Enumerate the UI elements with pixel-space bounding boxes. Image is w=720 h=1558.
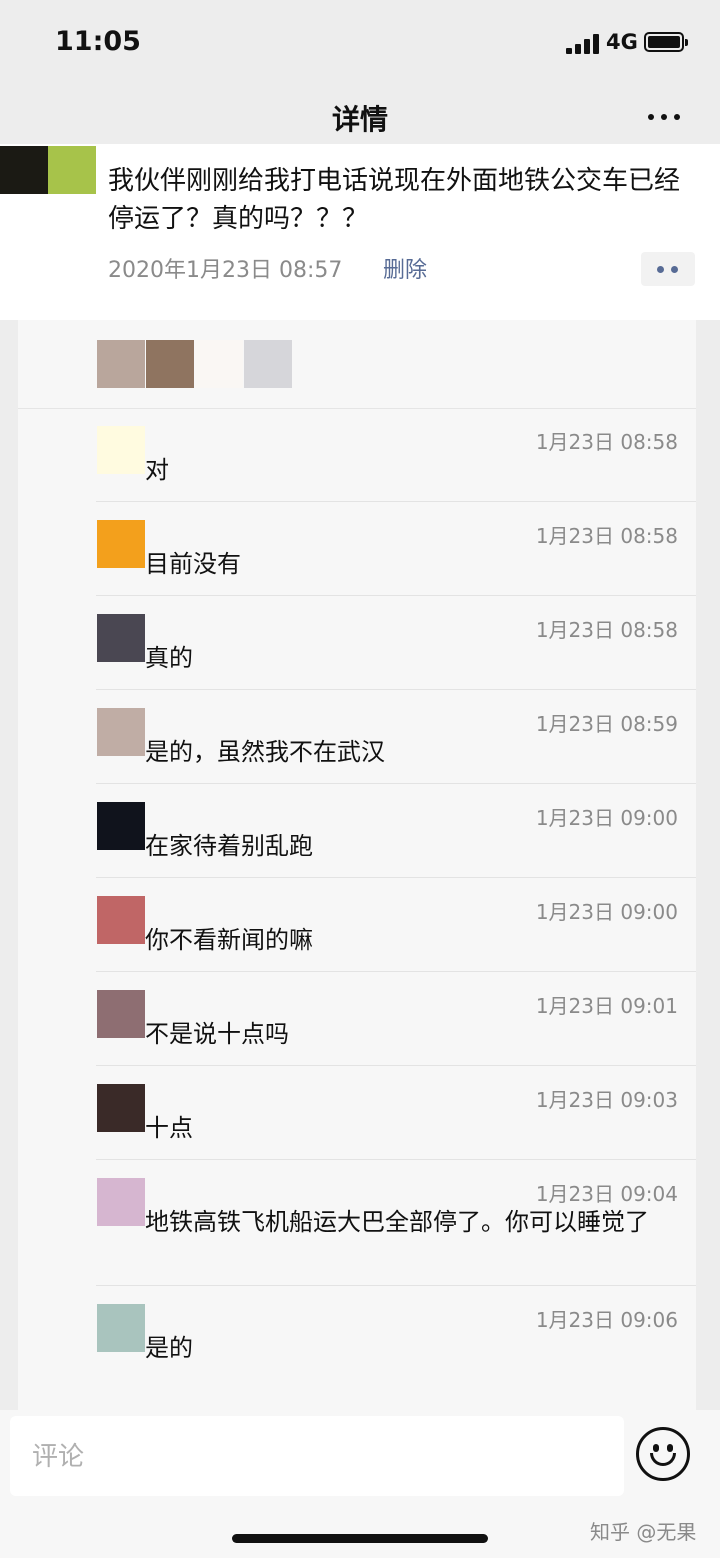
comment-time: 1月23日 09:06 [535, 1308, 678, 1332]
likes-row [18, 320, 696, 409]
nav-bar: 详情 [0, 88, 720, 144]
like-avatar[interactable] [146, 340, 194, 388]
avatar[interactable] [97, 614, 145, 662]
comment-text: 十点 [145, 1114, 193, 1142]
comment-text: 不是说十点吗 [145, 1020, 289, 1048]
status-time: 11:05 [55, 26, 141, 57]
comment-row[interactable]: 1月23日 08:58 目前没有 [18, 502, 696, 596]
comment-row[interactable]: 1月23日 09:03 十点 [18, 1066, 696, 1160]
comment-time: 1月23日 09:00 [535, 806, 678, 830]
avatar[interactable] [97, 990, 145, 1038]
moment-post: 我伙伴刚刚给我打电话说现在外面地铁公交车已经停运了？真的吗？？？ 2020年1月… [0, 144, 720, 320]
comment-toggle-button[interactable] [641, 252, 695, 286]
comment-row[interactable]: 1月23日 09:00 在家待着别乱跑 [18, 784, 696, 878]
avatar[interactable] [97, 708, 145, 756]
battery-icon [644, 32, 688, 52]
comment-text: 地铁高铁飞机船运大巴全部停了。你可以睡觉了 [145, 1208, 649, 1236]
comment-row[interactable]: 1月23日 08:58 真的 [18, 596, 696, 690]
post-text: 我伙伴刚刚给我打电话说现在外面地铁公交车已经停运了？真的吗？？？ [108, 166, 681, 234]
avatar[interactable] [97, 1084, 145, 1132]
avatar[interactable] [0, 146, 96, 194]
comments-panel: 1月23日 08:58 对 1月23日 08:58 目前没有 1月23日 08:58 真的… [18, 320, 696, 1410]
like-avatar[interactable] [244, 340, 292, 388]
comment-row[interactable]: 1月23日 09:01 不是说十点吗 [18, 972, 696, 1066]
watermark: 知乎 @无果 [590, 1520, 697, 1544]
comment-time: 1月23日 09:04 [535, 1182, 678, 1206]
more-dots-icon[interactable] [646, 112, 682, 122]
signal-icon [566, 34, 602, 54]
like-avatar[interactable] [97, 340, 145, 388]
comment-text: 是的，虽然我不在武汉 [145, 738, 385, 766]
comment-row[interactable]: 1月23日 08:58 对 [18, 408, 696, 502]
like-avatar[interactable] [195, 340, 243, 388]
comment-row[interactable]: 1月23日 09:00 你不看新闻的嘛 [18, 878, 696, 972]
avatar[interactable] [97, 520, 145, 568]
avatar[interactable] [97, 1304, 145, 1352]
page-title: 详情 [331, 103, 388, 136]
avatar[interactable] [97, 802, 145, 850]
comment-text: 真的 [145, 644, 193, 672]
comment-row[interactable]: 1月23日 09:04 地铁高铁飞机船运大巴全部停了。你可以睡觉了 [18, 1160, 696, 1286]
avatar[interactable] [97, 426, 145, 474]
emoji-smile-icon[interactable] [636, 1427, 690, 1481]
comment-row[interactable]: 1月23日 08:59 是的，虽然我不在武汉 [18, 690, 696, 784]
post-timestamp: 2020年1月23日 08:57 [108, 258, 343, 283]
comment-field-container [10, 1416, 624, 1496]
comment-input-bar: 知乎 @无果 [0, 1410, 720, 1558]
comment-time: 1月23日 08:58 [535, 618, 678, 642]
delete-link[interactable]: 删除 [383, 252, 427, 284]
status-bar: 11:05 4G [0, 0, 720, 88]
comment-text: 对 [145, 456, 169, 484]
comment-text: 你不看新闻的嘛 [145, 926, 313, 954]
comment-text: 在家待着别乱跑 [145, 832, 313, 860]
comment-time: 1月23日 09:00 [535, 900, 678, 924]
home-indicator[interactable] [232, 1534, 488, 1543]
comment-time: 1月23日 08:58 [535, 430, 678, 454]
comment-text: 目前没有 [145, 550, 241, 578]
comment-row[interactable]: 1月23日 09:06 是的 [18, 1286, 696, 1380]
comment-time: 1月23日 08:59 [535, 712, 678, 736]
comment-time: 1月23日 09:03 [535, 1088, 678, 1112]
network-label: 4G [606, 30, 638, 54]
avatar[interactable] [97, 896, 145, 944]
comment-text: 是的 [145, 1334, 193, 1362]
comment-input[interactable] [30, 1434, 594, 1480]
comment-time: 1月23日 09:01 [535, 994, 678, 1018]
avatar[interactable] [97, 1178, 145, 1226]
comment-time: 1月23日 08:58 [535, 524, 678, 548]
